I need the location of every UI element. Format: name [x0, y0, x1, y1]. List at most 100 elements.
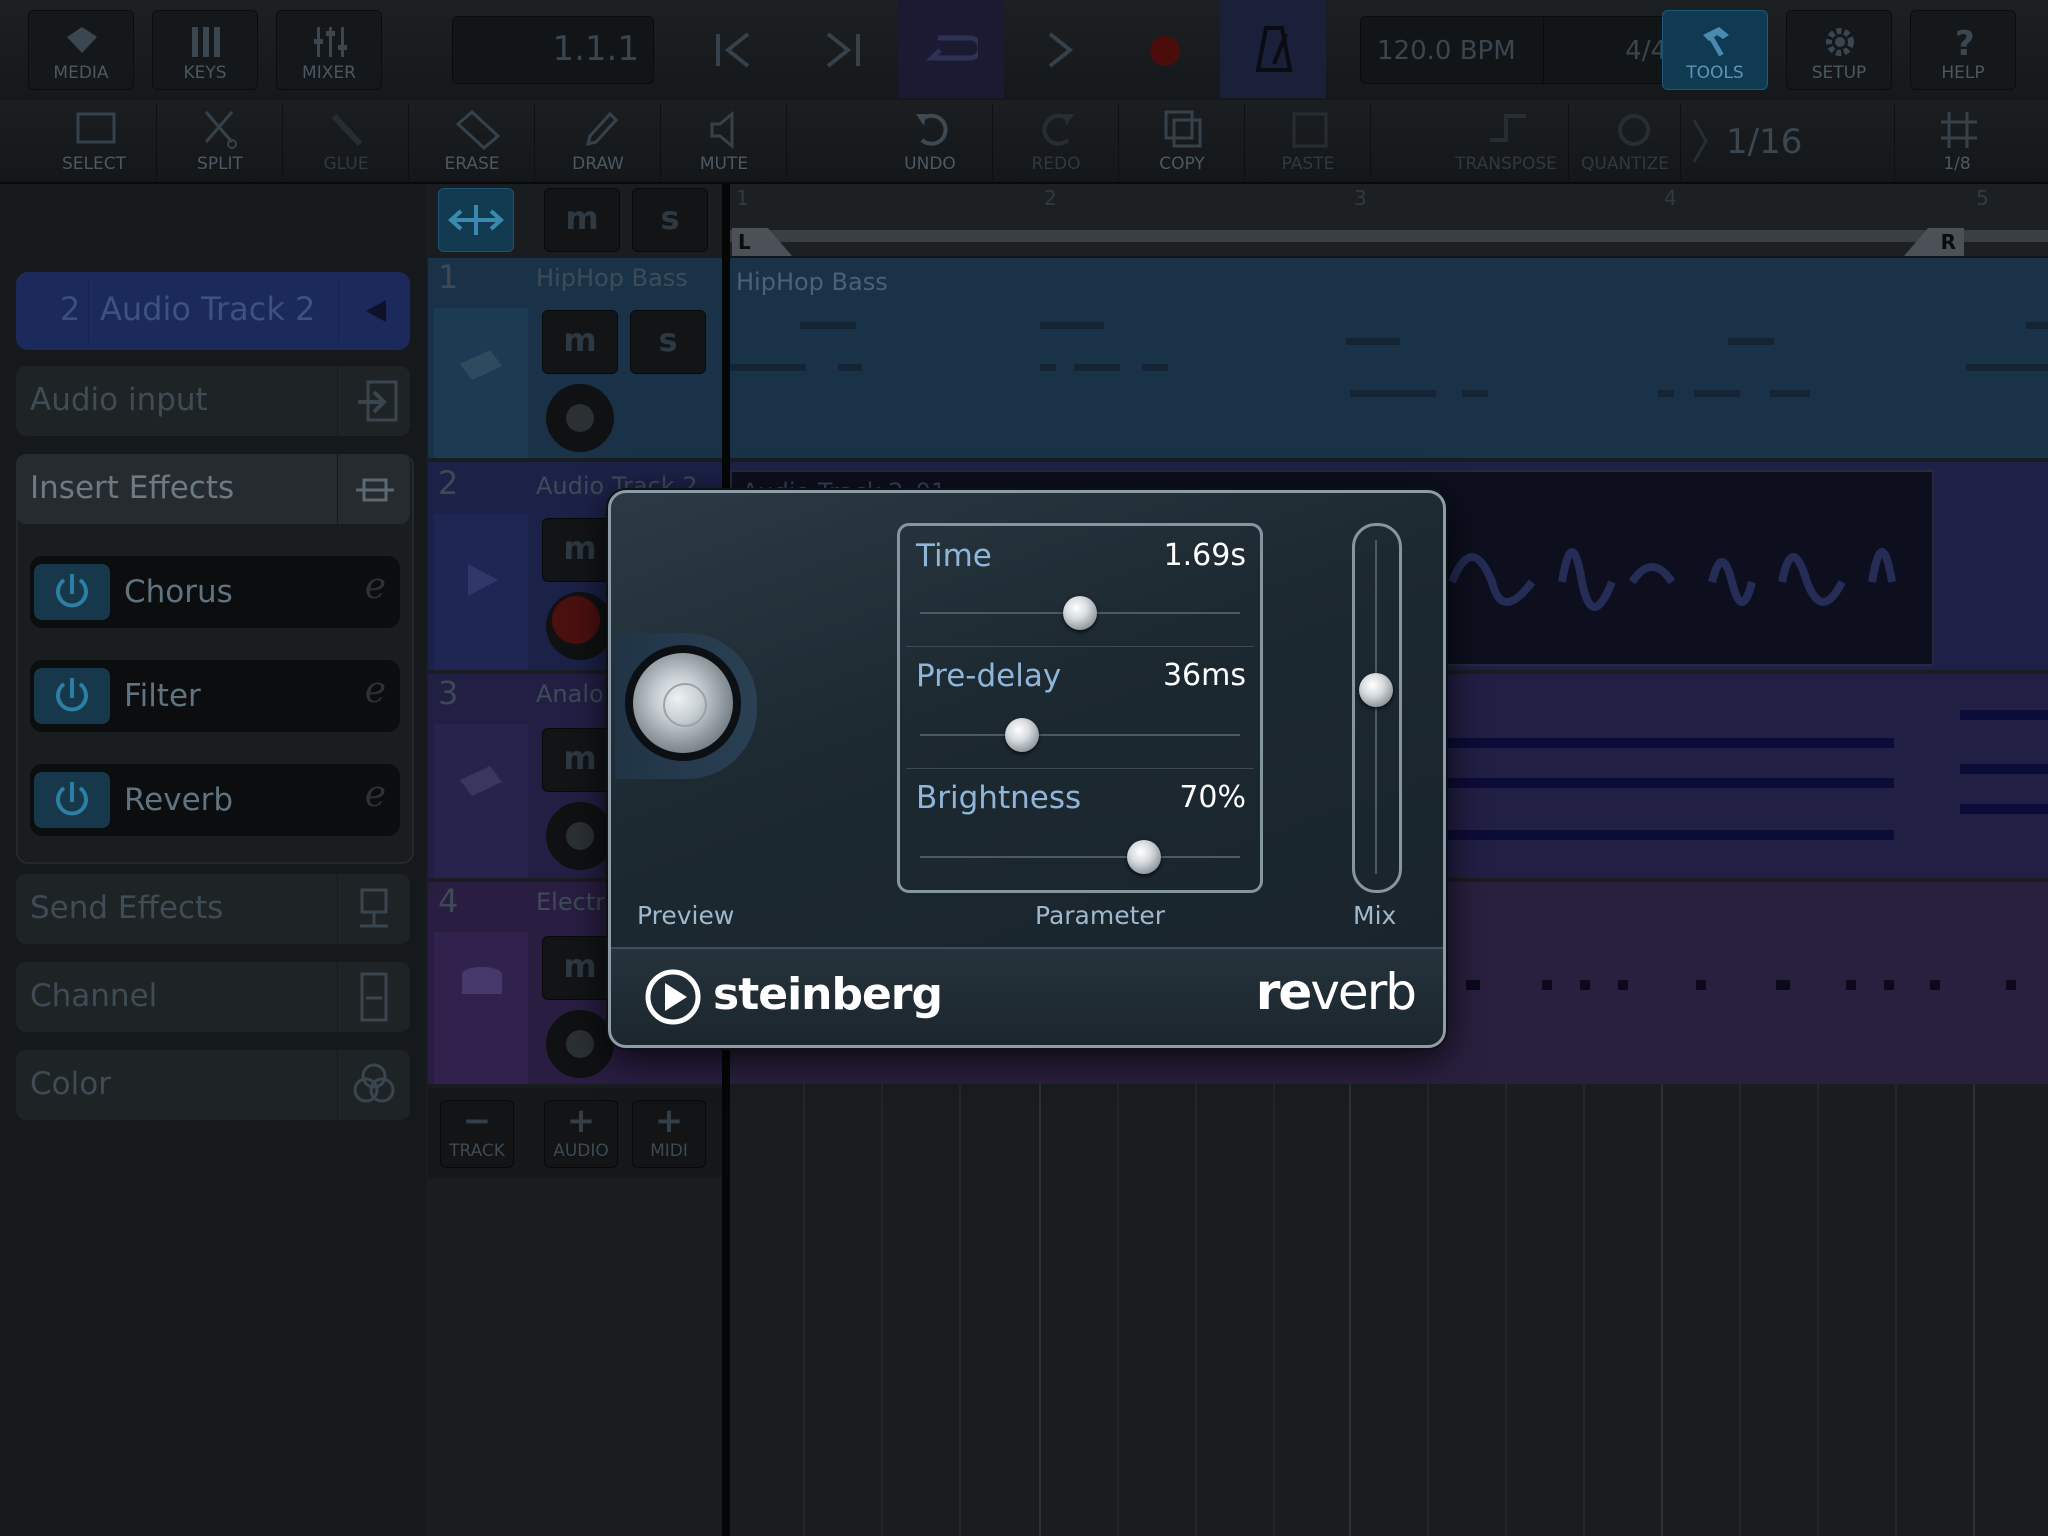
tools-button[interactable]: TOOLS — [1662, 10, 1768, 90]
add-audio-label: AUDIO — [553, 1141, 609, 1161]
send-effects-section[interactable]: Send Effects — [16, 874, 410, 944]
global-mute-button[interactable]: m — [544, 188, 620, 252]
monitor-button-3[interactable] — [546, 802, 614, 870]
time-slider-thumb[interactable] — [1063, 596, 1097, 630]
track-number-2: 2 — [438, 464, 459, 502]
scissors-icon — [204, 111, 237, 149]
mixer-button[interactable]: MIXER — [276, 10, 382, 90]
preview-knob[interactable] — [633, 653, 733, 753]
help-button[interactable]: ? HELP — [1910, 10, 2016, 90]
time-parameter[interactable]: Time 1.69s — [900, 526, 1260, 646]
glue-tool[interactable]: GLUE — [284, 104, 409, 180]
brightness-slider-thumb[interactable] — [1127, 840, 1161, 874]
tempo-display[interactable]: 120.0 BPM 4/4 — [1360, 16, 1682, 84]
product-name-suffix: verb — [1310, 963, 1417, 1021]
grid-button[interactable]: 1/8 — [1894, 104, 2019, 180]
pre-delay-parameter[interactable]: Pre-delay 36ms — [900, 648, 1260, 768]
hammer-icon — [1703, 27, 1729, 57]
quantize-button[interactable]: QUANTIZE — [1570, 104, 1681, 180]
redo-button[interactable]: REDO — [994, 104, 1119, 180]
mute-button-1[interactable]: m — [542, 310, 618, 374]
remove-track-button[interactable]: − TRACK — [440, 1100, 514, 1168]
track-selector[interactable]: 2 Audio Track 2 — [16, 272, 410, 350]
parameter-panel: Time 1.69s Pre-delay 36ms Brightness 70% — [897, 523, 1263, 893]
play-icon[interactable] — [1044, 30, 1076, 70]
paste-button[interactable]: PASTE — [1246, 104, 1371, 180]
mix-fader[interactable] — [1352, 523, 1402, 893]
monitor-button-1[interactable] — [546, 384, 614, 452]
edit-effect-reverb-icon[interactable]: e — [365, 774, 386, 815]
mute-tool[interactable]: MUTE — [662, 104, 787, 180]
undo-button[interactable]: UNDO — [868, 104, 993, 180]
paste-label: PASTE — [1281, 154, 1335, 174]
mixer-icon — [314, 27, 347, 57]
audio-input-label: Audio input — [30, 382, 208, 418]
quantize-value-selector[interactable]: 1/16 — [1690, 112, 1820, 172]
power-button-chorus[interactable] — [34, 564, 110, 620]
mute-label-4: m — [563, 947, 597, 985]
power-button-filter[interactable] — [34, 668, 110, 724]
mute-button-3[interactable]: m — [542, 728, 618, 792]
transpose-button[interactable]: TRANSPOSE — [1444, 104, 1569, 180]
effect-slot-chorus[interactable]: Chorus e — [30, 556, 400, 628]
insert-effects-header[interactable]: Insert Effects — [16, 454, 410, 524]
audio-input-section[interactable]: Audio input — [16, 366, 410, 436]
go-to-start-icon[interactable] — [714, 30, 754, 70]
mute-button-4[interactable]: m — [542, 936, 618, 1000]
preview-knob-center — [663, 683, 707, 727]
track-lane-1[interactable]: HipHop Bass — [730, 258, 2048, 458]
power-button-reverb[interactable] — [34, 772, 110, 828]
midi-note — [1966, 364, 2048, 371]
edit-effect-chorus-icon[interactable]: e — [365, 566, 386, 607]
cycle-icon — [926, 35, 978, 61]
keys-button[interactable]: KEYS — [152, 10, 258, 90]
effect-slot-filter[interactable]: Filter e — [30, 660, 400, 732]
monitor-button-4[interactable] — [546, 1010, 614, 1078]
quantize-label: QUANTIZE — [1581, 154, 1669, 174]
ruler[interactable] — [730, 184, 2048, 256]
select-icon — [76, 112, 116, 144]
media-icon — [67, 27, 97, 53]
pre-delay-slider-thumb[interactable] — [1005, 718, 1040, 752]
global-solo-button[interactable]: s — [632, 188, 708, 252]
empty-grid — [803, 1084, 1975, 1536]
add-audio-track-button[interactable]: + AUDIO — [544, 1100, 618, 1168]
erase-tool[interactable]: ERASE — [410, 104, 535, 180]
media-button[interactable]: MEDIA — [28, 10, 134, 90]
edit-effect-filter-icon[interactable]: e — [365, 670, 386, 711]
effect-slot-reverb[interactable]: Reverb e — [30, 764, 400, 836]
midi-note — [1350, 390, 1436, 397]
solo-button-1[interactable]: s — [630, 310, 706, 374]
track-header-1[interactable]: 1 HipHop Bass m s — [428, 258, 722, 458]
channel-section[interactable]: Channel — [16, 962, 410, 1032]
position-display[interactable]: 1.1.1 — [452, 16, 654, 84]
ruler-bar-1: 1 — [736, 186, 749, 210]
copy-button[interactable]: COPY — [1120, 104, 1245, 180]
mute-button-2[interactable]: m — [542, 518, 618, 582]
brightness-parameter[interactable]: Brightness 70% — [900, 770, 1260, 890]
setup-button[interactable]: SETUP — [1786, 10, 1892, 90]
redo-label: REDO — [1031, 154, 1081, 174]
draw-tool[interactable]: DRAW — [536, 104, 661, 180]
add-midi-symbol: + — [654, 1101, 684, 1141]
track-icon-area-4 — [434, 932, 528, 1084]
input-icon — [337, 366, 410, 436]
mix-fader-thumb[interactable] — [1359, 673, 1393, 708]
add-audio-symbol: + — [566, 1101, 596, 1141]
select-tool[interactable]: SELECT — [32, 104, 157, 180]
metronome-button[interactable] — [1220, 0, 1326, 98]
add-midi-track-button[interactable]: + MIDI — [632, 1100, 706, 1168]
copy-icon — [1164, 110, 1202, 148]
color-section[interactable]: Color — [16, 1050, 410, 1120]
go-to-end-icon[interactable] — [822, 30, 862, 70]
parameter-separator — [906, 768, 1254, 769]
product-name: reverb — [1256, 963, 1417, 1021]
track-fold-button[interactable] — [438, 188, 514, 252]
midi-note — [1040, 322, 1104, 329]
record-icon[interactable] — [1150, 36, 1180, 66]
split-tool[interactable]: SPLIT — [158, 104, 283, 180]
media-label: MEDIA — [53, 63, 109, 83]
part-name-1: HipHop Bass — [736, 268, 888, 296]
track-number-4: 4 — [438, 882, 459, 920]
cycle-button[interactable] — [898, 0, 1004, 98]
